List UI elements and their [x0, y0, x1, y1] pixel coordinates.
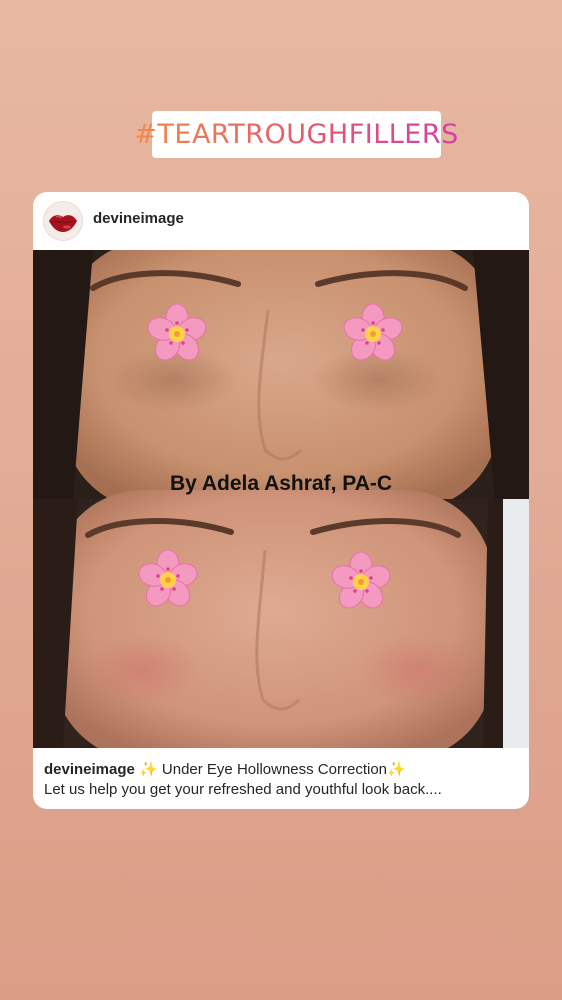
- caption-username[interactable]: devineimage: [44, 761, 135, 778]
- post-header: devineimage: [33, 192, 529, 250]
- sparkle-icon: ✨: [139, 761, 158, 778]
- caption-body: Let us help you get your refreshed and y…: [44, 781, 442, 798]
- sparkle-icon: ✨: [387, 761, 406, 778]
- post-caption: devineimage ✨ Under Eye Hollowness Corre…: [44, 760, 520, 800]
- hashtag-text: #TEARTROUGHFILLERS: [134, 119, 459, 150]
- shared-post-card[interactable]: devineimage By Adela Ashraf, PA-C devine…: [33, 192, 529, 809]
- photo-credit: By Adela Ashraf, PA-C: [169, 472, 393, 495]
- avatar[interactable]: [43, 201, 83, 241]
- before-after-photo: By Adela Ashraf, PA-C: [33, 250, 529, 748]
- hashtag-sticker[interactable]: #TEARTROUGHFILLERS: [134, 111, 458, 158]
- red-lips-icon: [49, 215, 77, 232]
- post-username[interactable]: devineimage: [93, 210, 184, 227]
- caption-line-1: devineimage ✨ Under Eye Hollowness Corre…: [44, 760, 520, 780]
- caption-title: Under Eye Hollowness Correction: [157, 761, 387, 778]
